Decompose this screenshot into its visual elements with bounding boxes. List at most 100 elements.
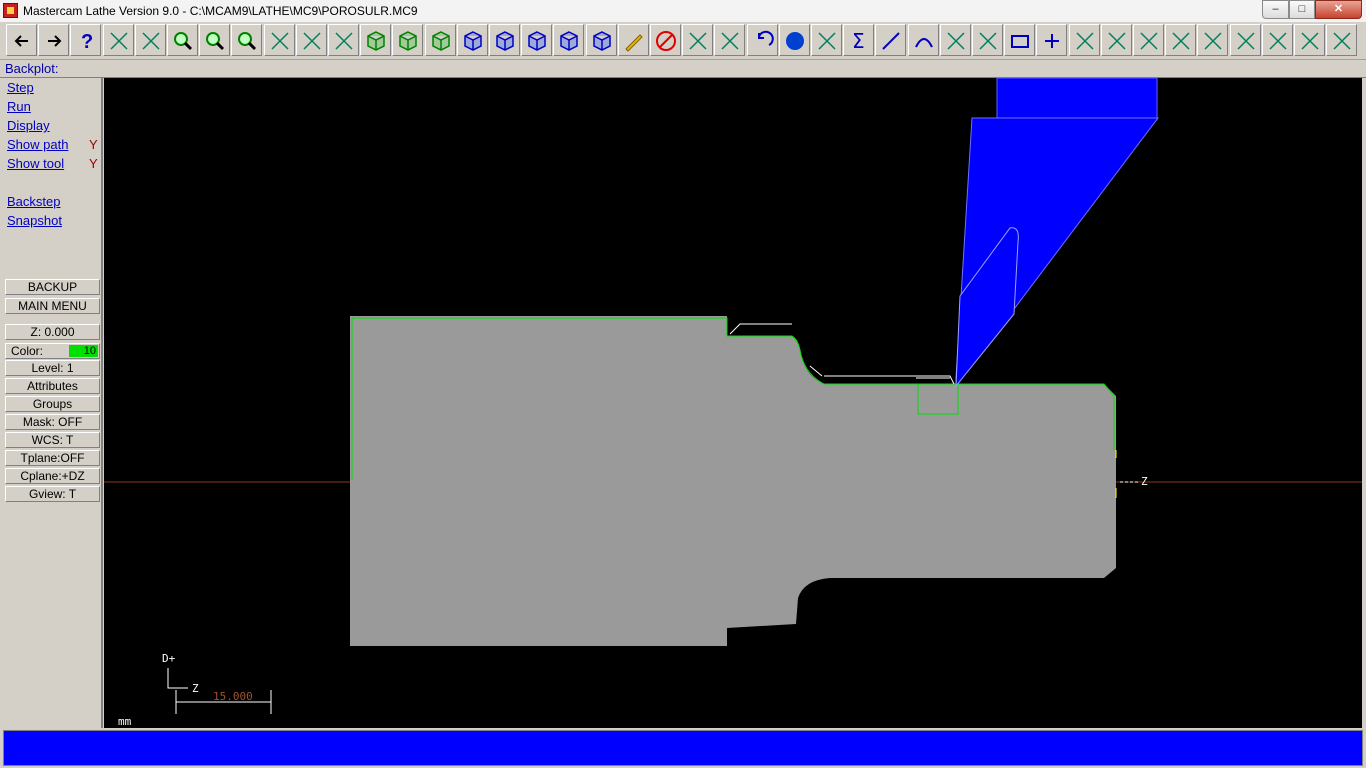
view-iso-button[interactable] <box>456 24 488 56</box>
rectangle-button[interactable] <box>1004 24 1036 56</box>
level-button[interactable]: Level: 1 <box>5 360 100 376</box>
cube-blue-2-icon <box>528 31 546 51</box>
window-select-button[interactable] <box>295 24 327 56</box>
point-plus-button[interactable] <box>1036 24 1068 56</box>
delete-icon <box>656 31 676 51</box>
stock-part <box>350 316 1116 646</box>
rotate-view-button[interactable] <box>328 24 359 56</box>
undo-icon <box>757 30 774 46</box>
backplot-button[interactable] <box>1294 24 1325 56</box>
extend-icon <box>1172 32 1190 50</box>
menu-item-step[interactable]: Step <box>7 80 34 95</box>
axis-z-label: Z <box>192 682 199 695</box>
menu-item-show-path-label: Show path <box>7 137 69 152</box>
sigma-button[interactable]: Σ <box>843 24 875 56</box>
delete-button[interactable] <box>650 24 681 56</box>
menu-item-step-label: Step <box>7 80 34 95</box>
window-title: Mastercam Lathe Version 9.0 - C:\MCAM9\L… <box>23 4 418 18</box>
cube-blue-3-icon <box>560 31 579 51</box>
axis-d-label: D+ <box>162 652 176 665</box>
cube-blue-4-button[interactable] <box>585 24 617 56</box>
menu-item-snapshot[interactable]: Snapshot <box>7 213 62 228</box>
calculator-icon <box>110 32 128 50</box>
menu-item-show-tool[interactable]: Show tool <box>7 156 64 171</box>
minimize-button[interactable]: – <box>1262 0 1289 19</box>
close-button[interactable]: ✕ <box>1315 0 1362 19</box>
view-side-icon <box>431 31 450 51</box>
tplane-button[interactable]: Tplane:OFF <box>5 450 100 466</box>
attributes-button[interactable]: Attributes <box>5 378 100 394</box>
menu-item-display[interactable]: Display <box>7 118 50 133</box>
break-icon <box>1108 32 1126 50</box>
cube-blue-1-button[interactable] <box>489 24 520 56</box>
fillet-button[interactable] <box>939 24 971 56</box>
zoom-out-button[interactable] <box>199 24 231 56</box>
pause-button[interactable] <box>1326 24 1358 56</box>
main-menu-button[interactable]: MAIN MENU <box>5 298 100 314</box>
help-button[interactable]: ? <box>70 24 102 56</box>
groups-button[interactable]: Groups <box>5 396 100 412</box>
main-toolbar: ? Σ <box>0 22 1366 60</box>
cube-blue-4-icon <box>592 31 611 51</box>
rectangle-icon <box>1011 35 1030 48</box>
break-button[interactable] <box>1100 24 1132 56</box>
prompt-bar <box>3 730 1363 766</box>
window-select-icon <box>303 32 321 50</box>
sphere-button[interactable] <box>778 24 810 56</box>
xform-translate-button[interactable] <box>714 24 746 56</box>
mask-button[interactable]: Mask: OFF <box>5 414 100 430</box>
cube-blue-3-button[interactable] <box>553 24 585 56</box>
toolpath-icon <box>1269 32 1287 50</box>
analyze-icon <box>142 32 160 50</box>
arc-button[interactable] <box>907 24 939 56</box>
view-side-button[interactable] <box>424 24 456 56</box>
view-front-button[interactable] <box>392 24 424 56</box>
scale-value: 15.000 <box>213 690 253 703</box>
transform-icon <box>689 32 707 50</box>
zoom-fit-icon <box>238 32 257 51</box>
gview-button[interactable]: Gview: T <box>5 486 100 502</box>
line-button[interactable] <box>875 24 907 56</box>
zoom-window-button[interactable] <box>167 24 198 56</box>
view-iso-icon <box>464 31 482 51</box>
graphics-viewport[interactable]: Z D+ Z 15.000 mm <box>104 78 1362 728</box>
analyze-button[interactable] <box>134 24 166 56</box>
backup-button[interactable]: BACKUP <box>5 279 100 295</box>
z-depth-button[interactable]: Z: 0.000 <box>5 324 100 340</box>
spline-button[interactable] <box>972 24 1003 56</box>
transform-button[interactable] <box>682 24 714 56</box>
menu-item-show-path[interactable]: Show path <box>7 137 68 152</box>
view-top-icon <box>367 31 385 51</box>
lathe-drawing <box>104 78 1362 714</box>
cplane-button[interactable]: Cplane:+DZ <box>5 468 100 484</box>
color-button[interactable]: Color: 10 <box>5 343 100 359</box>
extend-button[interactable] <box>1165 24 1197 56</box>
maximize-button[interactable]: □ <box>1289 0 1315 19</box>
modify-endpoint-button[interactable] <box>1229 24 1261 56</box>
menu-item-backstep[interactable]: Backstep <box>7 194 60 209</box>
pan-button[interactable] <box>263 24 295 56</box>
xform-translate-icon <box>721 32 739 50</box>
spline-icon <box>979 32 997 50</box>
forward-arrow-icon <box>48 35 62 47</box>
menu-item-run[interactable]: Run <box>7 99 31 114</box>
menu-title-bar: Backplot: <box>0 60 1366 78</box>
pencil-button[interactable] <box>617 24 649 56</box>
zoom-fit-button[interactable] <box>231 24 263 56</box>
wcs-button[interactable]: WCS: T <box>5 432 100 448</box>
back-arrow-button[interactable] <box>6 24 37 56</box>
toolpath-button[interactable] <box>1261 24 1293 56</box>
modify-length-button[interactable] <box>1197 24 1229 56</box>
view-top-button[interactable] <box>360 24 392 56</box>
menu-item-snapshot-label: Snapshot <box>7 213 62 228</box>
group-button[interactable] <box>811 24 842 56</box>
calculator-button[interactable] <box>102 24 134 56</box>
forward-arrow-button[interactable] <box>38 24 70 56</box>
sphere-icon <box>785 32 804 50</box>
divide-button[interactable] <box>1133 24 1164 56</box>
pause-icon <box>1333 32 1351 50</box>
trim-button[interactable] <box>1068 24 1100 56</box>
undo-button[interactable] <box>746 24 778 56</box>
cube-blue-2-button[interactable] <box>521 24 553 56</box>
svg-text:?: ? <box>81 31 93 53</box>
